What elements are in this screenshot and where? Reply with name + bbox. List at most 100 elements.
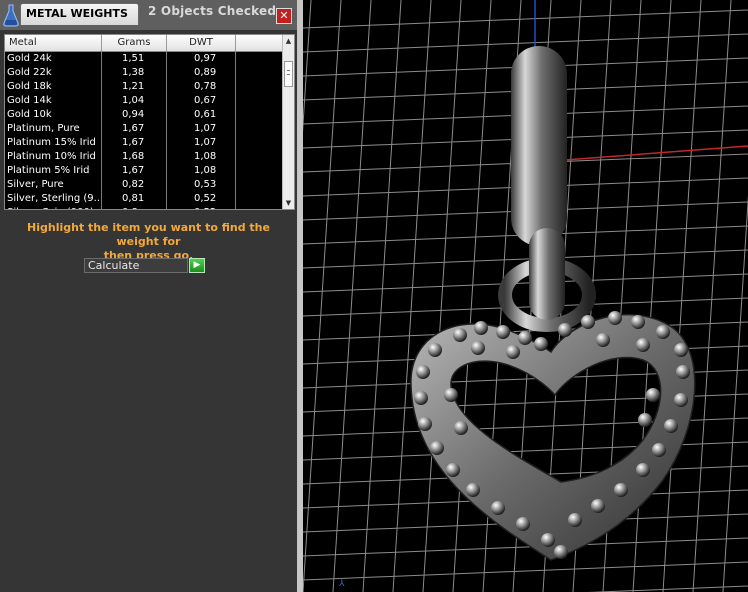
table-scrollbar[interactable]: ▲ ▼ <box>282 35 294 209</box>
blank-cell <box>236 66 283 80</box>
grid-line-horizontal <box>303 561 748 581</box>
close-button[interactable]: ✕ <box>276 8 292 24</box>
blank-cell <box>236 206 283 209</box>
grams-cell: 0,81 <box>102 192 167 206</box>
metal-cell: Silver, Pure <box>5 178 102 192</box>
column-header-dwt[interactable]: DWT <box>167 35 236 51</box>
table-row[interactable]: Gold 22k 1,38 0,89 <box>5 66 283 80</box>
dwt-cell: 0,61 <box>167 108 236 122</box>
table-body: Gold 24k 1,51 0,97 Gold 22k 1,38 0,89 Gold 18k… <box>5 52 283 209</box>
column-header-blank[interactable] <box>236 35 283 51</box>
heart-bead <box>496 325 510 339</box>
heart-bead <box>518 331 532 345</box>
blank-cell <box>236 52 283 66</box>
dwt-cell: 1,07 <box>167 136 236 150</box>
table-row[interactable]: Silver, Sterling (9... 0,81 0,52 <box>5 192 283 206</box>
heart-bead <box>541 533 555 547</box>
dwt-cell: 1,08 <box>167 150 236 164</box>
objects-checked-status: 2 Objects Checked <box>148 4 277 18</box>
grams-cell: 0,82 <box>102 178 167 192</box>
heart-bead <box>568 513 582 527</box>
play-arrow-icon: ▶ <box>193 260 201 270</box>
tab-metal-weights[interactable]: METAL WEIGHTS <box>20 3 139 25</box>
heart-bead <box>416 365 430 379</box>
heart-bead <box>646 388 660 402</box>
viewport-scene: ⅄ <box>303 0 748 592</box>
heart-bead <box>676 365 690 379</box>
metal-weights-table[interactable]: Metal Grams DWT Gold 24k 1,51 0,97 Gold 22k… <box>4 34 295 210</box>
scroll-down-arrow-icon[interactable]: ▼ <box>283 197 294 209</box>
metal-cell: Silver, Coin (900) <box>5 206 102 209</box>
table-row[interactable]: Gold 10k 0,94 0,61 <box>5 108 283 122</box>
axis-icon: ⅄ <box>338 579 345 589</box>
table-row[interactable]: Silver, Pure 0,82 0,53 <box>5 178 283 192</box>
table-row[interactable]: Platinum 10% Irid 1,68 1,08 <box>5 150 283 164</box>
grams-cell: 0,94 <box>102 108 167 122</box>
heart-bead <box>614 483 628 497</box>
heart-bead <box>608 311 622 325</box>
heart-bead <box>674 393 688 407</box>
heart-bead <box>428 343 442 357</box>
heart-bead <box>631 315 645 329</box>
table-row[interactable]: Platinum, Pure 1,67 1,07 <box>5 122 283 136</box>
heart-bead <box>638 413 652 427</box>
heart-bead <box>516 517 530 531</box>
blank-cell <box>236 178 283 192</box>
dwt-cell: 1,07 <box>167 122 236 136</box>
metal-cell: Platinum, Pure <box>5 122 102 136</box>
table-row[interactable]: Platinum 15% Irid 1,67 1,07 <box>5 136 283 150</box>
grid-line-vertical <box>362 0 402 592</box>
bail-link <box>529 228 565 320</box>
go-button[interactable]: ▶ <box>189 258 205 273</box>
heart-bead <box>554 545 568 559</box>
grams-cell: 1,21 <box>102 80 167 94</box>
table-row[interactable]: Gold 24k 1,51 0,97 <box>5 52 283 66</box>
heart-bead <box>414 391 428 405</box>
grams-cell: 0,8 <box>102 206 167 209</box>
heart-bead <box>430 441 444 455</box>
metal-cell: Gold 24k <box>5 52 102 66</box>
3d-viewport[interactable]: ⅄ <box>303 0 748 592</box>
heart-bead <box>474 321 488 335</box>
heart-bead <box>491 501 505 515</box>
dwt-cell: 0,78 <box>167 80 236 94</box>
heart-bead <box>418 417 432 431</box>
blank-cell <box>236 80 283 94</box>
table-row[interactable]: Platinum 5% Irid 1,67 1,08 <box>5 164 283 178</box>
bail-upper <box>511 46 567 246</box>
heart-bead <box>444 388 458 402</box>
metal-cell: Gold 18k <box>5 80 102 94</box>
flask-icon <box>3 4 19 27</box>
heart-bead <box>558 323 572 337</box>
heart-bead <box>581 315 595 329</box>
column-header-grams[interactable]: Grams <box>102 35 167 51</box>
table-row[interactable]: Silver, Coin (900)0,80,52 <box>5 206 283 209</box>
heart-bead <box>652 443 666 457</box>
grid-line-vertical <box>662 0 702 592</box>
heart-bead <box>656 325 670 339</box>
grid-line-vertical <box>332 0 372 592</box>
dwt-cell: 0,67 <box>167 94 236 108</box>
heart-bead <box>591 499 605 513</box>
grid-line-vertical <box>692 0 732 592</box>
calculate-dropdown[interactable]: Calculate <box>84 258 188 273</box>
heart-bead <box>453 328 467 342</box>
grams-cell: 1,67 <box>102 164 167 178</box>
scroll-up-arrow-icon[interactable]: ▲ <box>283 35 294 47</box>
grams-cell: 1,04 <box>102 94 167 108</box>
table-row[interactable]: Gold 14k 1,04 0,67 <box>5 94 283 108</box>
heart-bead <box>506 345 520 359</box>
metal-cell: Silver, Sterling (9... <box>7 192 102 206</box>
metal-cell: Gold 10k <box>5 108 102 122</box>
blank-cell <box>236 108 283 122</box>
grams-cell: 1,67 <box>102 136 167 150</box>
grid-line-horizontal <box>587 585 748 592</box>
table-row[interactable]: Gold 18k 1,21 0,78 <box>5 80 283 94</box>
panel-title-bar: METAL WEIGHTS 2 Objects Checked ✕ <box>0 0 297 30</box>
heart-bead <box>674 343 688 357</box>
blank-cell <box>236 164 283 178</box>
column-header-metal[interactable]: Metal <box>5 35 102 51</box>
scroll-thumb[interactable] <box>284 61 293 87</box>
dwt-cell: 0,53 <box>167 178 236 192</box>
dwt-cell: 0,52 <box>167 192 236 206</box>
